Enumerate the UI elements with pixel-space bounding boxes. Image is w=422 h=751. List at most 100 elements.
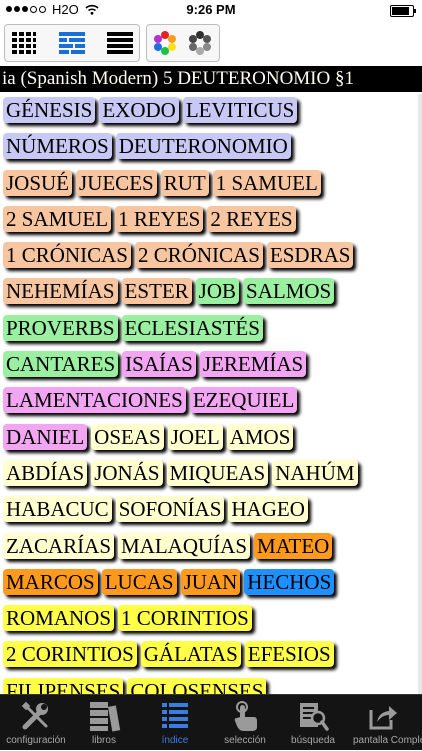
book-button[interactable]: CANTARES [3,351,119,378]
book-row: FILIPENSES COLOSENSES [3,675,422,694]
grid-view-button[interactable] [7,25,41,61]
book-row: NÚMEROS DEUTERONOMIO [3,130,422,166]
book-button[interactable]: ABDÍAS [3,459,88,486]
book-row: 1 CRÓNICAS 2 CRÓNICAS ESDRAS [3,239,422,275]
book-button[interactable]: LAMENTACIONES [3,387,186,414]
brick-view-button[interactable] [55,25,89,61]
brick-layout-icon [59,32,85,54]
book-button[interactable]: 2 REYES [207,205,296,232]
book-button[interactable]: JOSUÉ [3,169,73,196]
wrench-screwdriver-icon [6,700,66,732]
book-button[interactable]: HAGEO [228,496,308,523]
tab-bar: configuración libros índice selección búsque… [0,694,422,750]
grid-icon [12,32,36,54]
book-button[interactable]: ESDRAS [266,242,354,269]
tab-books[interactable]: libros [74,695,134,751]
book-button[interactable]: NAHÚM [272,459,358,486]
book-button[interactable]: ECLESIASTÉS [121,314,263,341]
book-button[interactable]: ZACARÍAS [3,532,115,559]
book-button[interactable]: JUAN [180,568,241,595]
book-button[interactable]: MALAQUÍAS [118,532,251,559]
tab-label: pantalla Completa [353,735,422,746]
book-button[interactable]: COLOSENSES [127,677,267,694]
book-button[interactable]: JEREMÍAS [199,351,307,378]
book-button[interactable]: 1 CRÓNICAS [3,242,131,269]
book-button[interactable]: AMOS [226,423,294,450]
color-button-group [146,24,220,62]
layout-button-group [4,24,140,62]
tab-label: selección [224,735,266,746]
book-row: GÉNESIS EXODO LEVITICUS [3,94,422,130]
share-out-icon [353,700,413,732]
book-row: MARCOS LUCAS JUAN HECHOS [3,566,422,602]
book-row: CANTARES ISAÍAS JEREMÍAS [3,348,422,384]
grayscale-palette-icon [189,31,211,55]
books-icon [74,700,134,732]
color-mode-button[interactable] [148,25,182,61]
book-button[interactable]: RUT [160,169,209,196]
book-button[interactable]: LUCAS [101,568,177,595]
book-button[interactable]: HECHOS [244,568,335,595]
tab-search-document[interactable]: búsqueda [283,695,343,751]
tab-share-out[interactable]: pantalla Completa [353,695,422,751]
tab-wrench-screwdriver[interactable]: configuración [6,695,66,751]
book-row: ZACARÍAS MALAQUÍAS MATEO [3,530,422,566]
book-button[interactable]: ROMANOS [3,605,115,632]
book-index: GÉNESIS EXODO LEVITICUS NÚMEROS DEUTERONOMIO… [0,94,422,694]
book-button[interactable]: EZEQUIEL [189,387,298,414]
book-button[interactable]: EXODO [99,97,179,123]
book-button[interactable]: SALMOS [243,278,335,305]
book-button[interactable]: JOEL [167,423,223,450]
list-view-button[interactable] [103,25,137,61]
tab-label: índice [161,735,189,746]
status-time: 9:26 PM [186,2,236,17]
book-button[interactable]: JUECES [76,169,157,196]
book-row: LAMENTACIONES EZEQUIEL [3,384,422,420]
book-button[interactable]: 1 CORINTIOS [118,605,252,632]
tab-tap-hand[interactable]: selección [215,695,275,751]
book-button[interactable]: 2 SAMUEL [3,205,112,232]
search-document-icon [283,700,343,732]
book-button[interactable]: 1 SAMUEL [212,169,321,196]
book-row: NEHEMÍAS ESTER JOB SALMOS [3,275,422,311]
tap-hand-icon [215,700,275,732]
book-row: PROVERBS ECLESIASTÉS [3,312,422,348]
list-icon [145,700,205,732]
book-button[interactable]: MATEO [254,532,333,559]
battery-icon [390,5,416,17]
book-button[interactable]: 1 REYES [115,205,204,232]
book-button[interactable]: ISAÍAS [122,351,196,378]
book-button[interactable]: MIQUEAS [166,459,269,486]
book-button[interactable]: JONÁS [91,459,163,486]
book-button[interactable]: EFESIOS [244,641,334,668]
book-row: ABDÍAS JONÁS MIQUEAS NAHÚM [3,457,422,493]
book-button[interactable]: FILIPENSES [3,677,124,694]
book-button[interactable]: 2 CRÓNICAS [134,242,263,269]
book-button[interactable]: LEVITICUS [182,97,298,123]
color-palette-icon [154,31,176,55]
book-button[interactable]: NÚMEROS [3,133,112,160]
scrollbar[interactable] [418,94,422,694]
book-button[interactable]: JOB [195,278,240,305]
book-button[interactable]: PROVERBS [3,314,118,341]
book-button[interactable]: ESTER [121,278,192,305]
book-button[interactable]: GÁLATAS [140,641,241,668]
list-lines-icon [107,32,133,54]
tab-label: libros [92,735,116,746]
book-button[interactable]: MARCOS [3,568,98,595]
grayscale-mode-button[interactable] [183,25,217,61]
book-row: ROMANOS 1 CORINTIOS [3,602,422,638]
book-button[interactable]: 2 CORINTIOS [3,641,137,668]
book-row: JOSUÉ JUECES RUT 1 SAMUEL [3,167,422,203]
book-button[interactable]: SOFONÍAS [115,496,225,523]
book-button[interactable]: DANIEL [3,423,88,450]
tab-label: configuración [6,735,66,746]
book-button[interactable]: GÉNESIS [3,97,96,123]
book-button[interactable]: OSEAS [91,423,164,450]
tab-label: búsqueda [291,735,335,746]
book-row: 2 SAMUEL 1 REYES 2 REYES [3,203,422,239]
book-button[interactable]: NEHEMÍAS [3,278,118,305]
book-button[interactable]: DEUTERONOMIO [115,133,291,160]
tab-list[interactable]: índice [145,695,205,751]
book-button[interactable]: HABACUC [3,496,112,523]
